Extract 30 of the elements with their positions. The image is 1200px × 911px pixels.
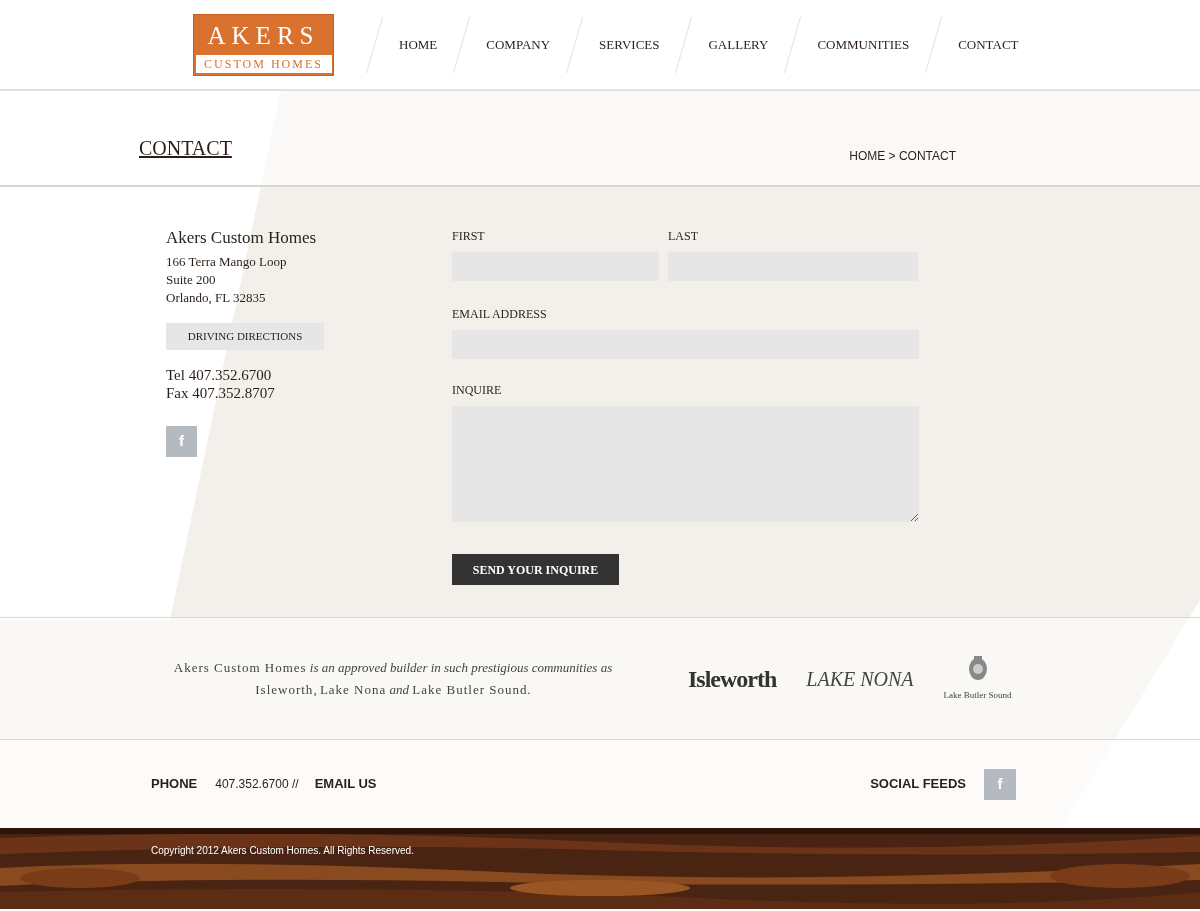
social-feeds-label: SOCIAL FEEDS xyxy=(870,775,966,794)
address-line: Orlando, FL 32835 xyxy=(166,288,267,307)
field-label: INQUIRE xyxy=(452,382,503,399)
isleworth-logo: Isleworth xyxy=(688,664,777,694)
nav-link[interactable]: COMPANY xyxy=(472,34,565,55)
breadcrumb[interactable]: HOME > CONTACT xyxy=(849,147,956,165)
address-line: 166 Terra Mango Loop xyxy=(166,252,288,271)
copyright-text: Copyright 2012 Akers Custom Homes. All Rights Reserved. xyxy=(151,844,415,858)
driving-directions-button[interactable]: DRIVING DIRECTIONS xyxy=(166,322,324,350)
page-title: CONTACT xyxy=(139,136,232,161)
nav-link[interactable]: GALLERY xyxy=(694,34,783,55)
field-label: FIRST xyxy=(452,228,486,245)
field-label: EMAIL ADDRESS xyxy=(452,306,548,323)
approved-builder-text: Akers Custom Homes is an approved builder in such prestigious communities as Isleworth, Lake Nona and Lake Butler Sound. xyxy=(172,658,614,699)
fax: Fax 407.352.8707 xyxy=(166,383,276,402)
company-name: Akers Custom Homes xyxy=(166,227,318,249)
address-line: Suite 200 xyxy=(166,270,217,289)
field-label: LAST xyxy=(668,228,699,245)
lake-nona-logo: LAKE NONA xyxy=(806,666,914,692)
nav-link[interactable]: HOME xyxy=(385,34,452,55)
nav-link[interactable]: SERVICES xyxy=(585,34,674,55)
phone-label: PHONE xyxy=(151,775,198,794)
nav-link[interactable]: CONTACT xyxy=(944,34,1033,55)
inquiry-field[interactable] xyxy=(452,406,919,522)
phone-number: 407.352.6700 // xyxy=(215,776,299,793)
nav-link[interactable]: COMMUNITIES xyxy=(803,34,924,55)
telephone: Tel 407.352.6700 xyxy=(166,365,273,384)
lake-butler-sound-logo: Lake Butler Sound xyxy=(943,688,1012,702)
send-button[interactable]: SEND YOUR INQUIRE xyxy=(452,554,619,585)
email-link[interactable]: EMAIL US xyxy=(314,774,377,794)
